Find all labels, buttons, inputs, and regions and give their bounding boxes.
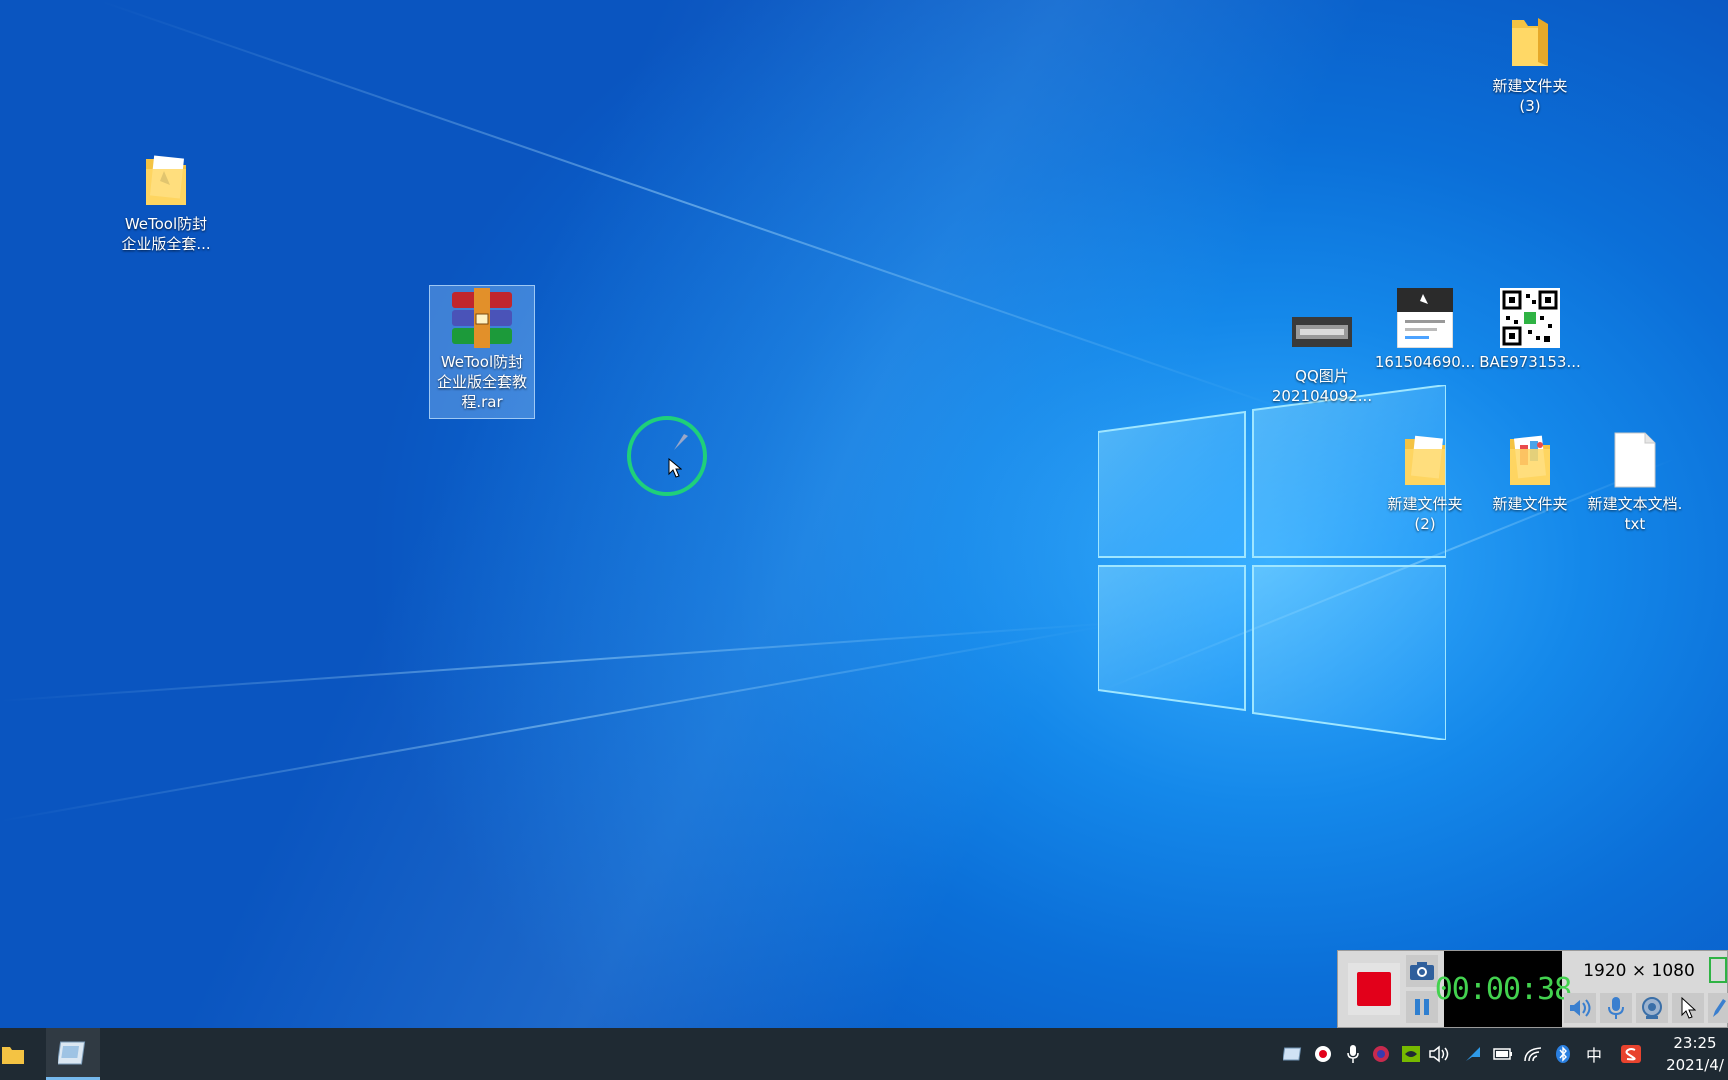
desktop-icon-wetool-folder[interactable]: WeTool防封 企业版全套... xyxy=(114,148,218,254)
icon-label: WeTool防封 企业版全套教 程.rar xyxy=(436,353,527,411)
image-thumbnail-icon xyxy=(1393,286,1457,350)
folder-icon xyxy=(2,1047,24,1064)
taskbar-active-app[interactable] xyxy=(46,1028,100,1080)
tray-window-icon xyxy=(1283,1047,1302,1061)
cursor-highlight-ring xyxy=(627,416,707,496)
webcam-icon xyxy=(1642,997,1662,1019)
record-icon xyxy=(1315,1046,1331,1062)
region-frame-icon[interactable] xyxy=(1709,957,1727,983)
clock-date: 2021/4/ xyxy=(1666,1056,1724,1074)
clock-time: 23:25 xyxy=(1673,1034,1717,1052)
icon-label: WeTool防封 企业版全套... xyxy=(121,215,211,253)
feather-icon xyxy=(1466,1047,1480,1061)
wallpaper-beam xyxy=(0,625,1104,822)
folder-icon xyxy=(1498,10,1562,74)
text-document-icon xyxy=(1603,428,1667,492)
desktop-icon-folder-2[interactable]: 新建文件夹 (2) xyxy=(1373,428,1477,534)
tray-recorder-icon[interactable] xyxy=(1312,1042,1334,1066)
desktop-icon-wetool-rar[interactable]: WeTool防封 企业版全套教 程.rar xyxy=(429,285,535,419)
tray-microphone-icon[interactable] xyxy=(1342,1042,1364,1066)
icon-label: 161504690... xyxy=(1374,353,1476,371)
battery-icon xyxy=(1493,1048,1512,1060)
cursor-capture-toggle[interactable] xyxy=(1672,993,1704,1023)
speaker-icon xyxy=(1429,1045,1449,1063)
folder-icon xyxy=(134,148,198,212)
microphone-icon xyxy=(1608,997,1624,1019)
pen-icon xyxy=(1713,999,1726,1017)
desktop-icon-text-doc[interactable]: 新建文本文档. txt xyxy=(1583,428,1687,534)
folder-icon xyxy=(1498,428,1562,492)
tray-sogou-ime-icon[interactable] xyxy=(1620,1042,1642,1066)
screenshot-button[interactable] xyxy=(1406,955,1438,987)
webcam-toggle[interactable] xyxy=(1636,993,1668,1023)
icon-label: BAE973153... xyxy=(1479,353,1581,371)
image-thumbnail-icon xyxy=(1290,300,1354,364)
wallpaper-beam xyxy=(0,621,1118,702)
busy-indicator-icon xyxy=(674,434,688,450)
icon-label: 新建文件夹 xyxy=(1492,495,1568,513)
stop-recording-button[interactable] xyxy=(1348,963,1400,1015)
mouse-pointer-icon xyxy=(668,458,682,478)
taskbar: 中 23:25 2021/4/ xyxy=(0,1028,1728,1080)
icon-label: 新建文件夹 (2) xyxy=(1387,495,1463,533)
bluetooth-icon xyxy=(1556,1045,1570,1063)
taskbar-file-explorer[interactable] xyxy=(0,1028,26,1080)
tray-app-icon-2[interactable] xyxy=(1462,1042,1484,1066)
microphone-icon xyxy=(1347,1045,1359,1063)
icon-label: 新建文件夹 (3) xyxy=(1492,77,1568,115)
recording-resolution: 1920 × 1080 xyxy=(1583,961,1695,981)
pause-icon xyxy=(1415,999,1429,1015)
desktop-icon-folder-3[interactable]: 新建文件夹 (3) xyxy=(1478,10,1582,116)
taskbar-clock[interactable]: 23:25 2021/4/ xyxy=(1662,1032,1728,1076)
folder-icon xyxy=(1393,428,1457,492)
pause-recording-button[interactable] xyxy=(1406,991,1438,1023)
icon-label: QQ图片 202104092... xyxy=(1271,367,1373,405)
tray-app-icon[interactable] xyxy=(1282,1042,1304,1066)
nvidia-icon xyxy=(1402,1046,1420,1062)
speaker-icon xyxy=(1570,999,1591,1017)
icon-label: 新建文本文档. txt xyxy=(1587,495,1683,533)
desktop-icon-folder-plain[interactable]: 新建文件夹 xyxy=(1478,428,1582,514)
recording-timer: 00:00:38 xyxy=(1435,951,1572,1027)
microphone-toggle[interactable] xyxy=(1600,993,1632,1023)
tray-bluetooth-icon[interactable] xyxy=(1552,1042,1574,1066)
winrar-archive-icon xyxy=(450,286,514,350)
speaker-toggle[interactable] xyxy=(1564,993,1596,1023)
desktop-icon-qr-image[interactable]: BAE973153... xyxy=(1478,286,1582,372)
tray-battery-icon[interactable] xyxy=(1492,1042,1514,1066)
wallpaper-beam xyxy=(99,0,1292,413)
tray-security-icon[interactable] xyxy=(1370,1042,1392,1066)
shield-app-icon xyxy=(1373,1046,1389,1062)
tray-volume-icon[interactable] xyxy=(1428,1042,1450,1066)
tray-wifi-icon[interactable] xyxy=(1522,1042,1544,1066)
app-window-icon xyxy=(58,1041,86,1064)
tray-nvidia-icon[interactable] xyxy=(1400,1042,1422,1066)
tray-ime-indicator[interactable]: 中 xyxy=(1582,1042,1606,1066)
desktop[interactable]: 新建文件夹 (3) WeTool防封 企业版全套... WeTool防封 企业版… xyxy=(0,0,1728,1028)
desktop-icon-screenshot-161[interactable]: 161504690... xyxy=(1373,286,1477,372)
camera-icon xyxy=(1410,962,1434,980)
wifi-icon xyxy=(1524,1047,1542,1062)
cursor-arrow-icon xyxy=(1681,997,1696,1019)
stop-square-icon xyxy=(1357,972,1391,1006)
screen-recorder-toolbar: 00:00:38 1920 × 1080 xyxy=(1337,950,1728,1028)
qr-code-icon xyxy=(1498,286,1562,350)
desktop-icon-qq-image[interactable]: QQ图片 202104092... xyxy=(1270,300,1374,406)
sogou-icon xyxy=(1621,1045,1641,1063)
pen-tool-button[interactable] xyxy=(1708,993,1728,1023)
